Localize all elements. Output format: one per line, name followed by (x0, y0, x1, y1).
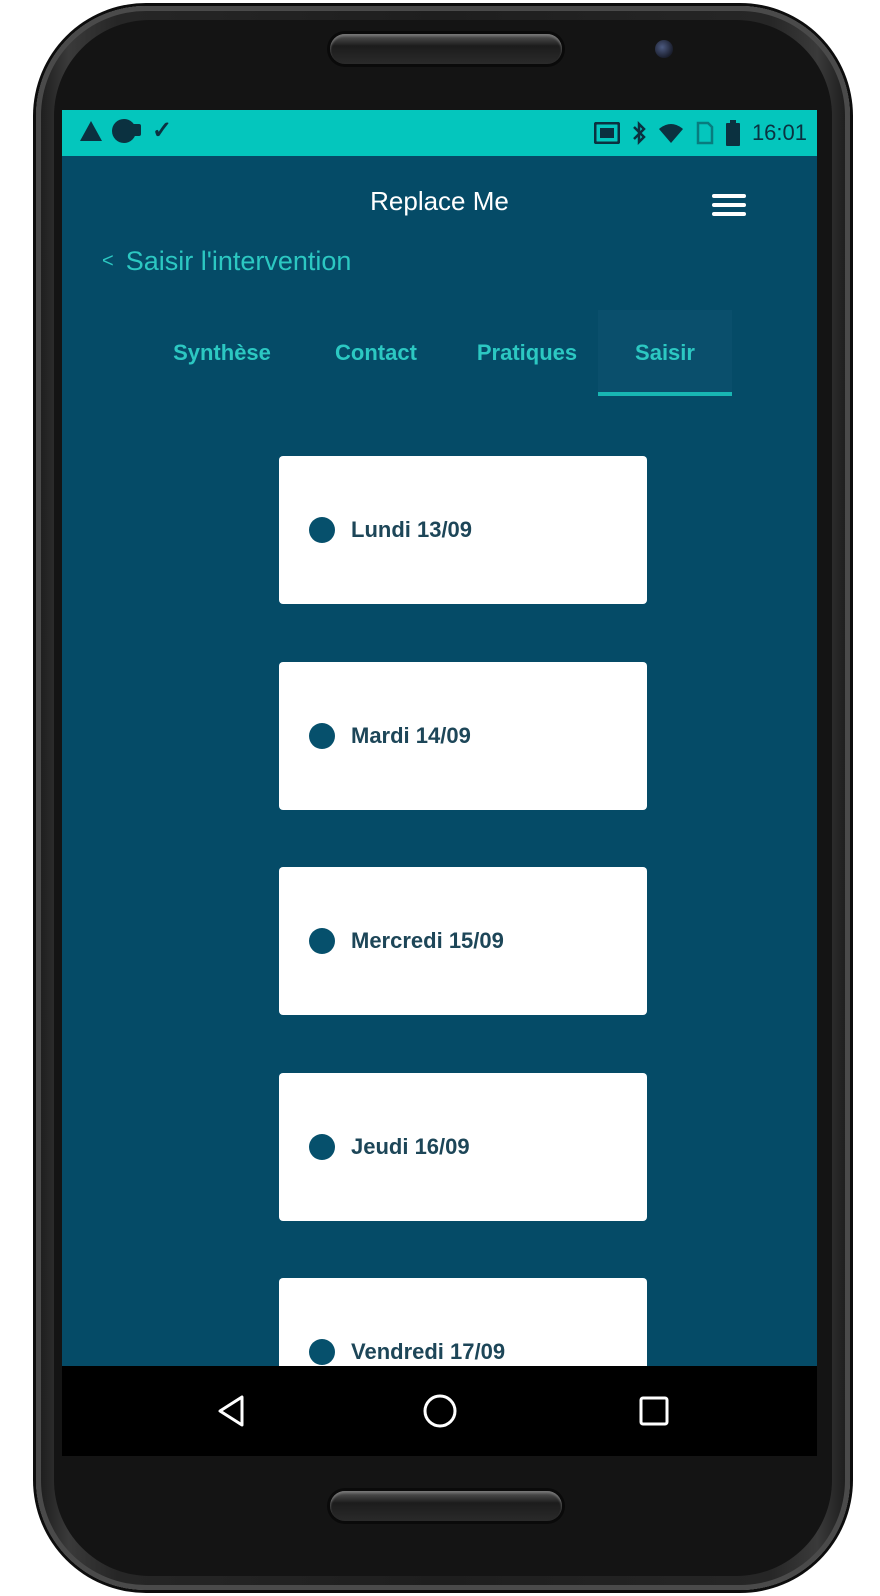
cast-icon (593, 122, 620, 144)
menu-bar-bottom (712, 212, 746, 216)
bottom-speaker (330, 1491, 562, 1521)
back-link[interactable]: < Saisir l'intervention (102, 246, 351, 277)
day-card-jeudi[interactable]: Jeudi 16/09 (279, 1073, 647, 1221)
no-sim-icon (696, 121, 714, 145)
day-label: Mercredi 15/09 (351, 928, 504, 953)
day-label: Mardi 14/09 (351, 723, 471, 748)
system-nav-bar (62, 1366, 817, 1456)
hamburger-menu-icon[interactable] (712, 194, 746, 218)
hangouts-icon (112, 119, 141, 143)
menu-bar-middle (712, 203, 746, 207)
bluetooth-icon (633, 121, 646, 145)
tab-saisir[interactable]: Saisir (598, 310, 732, 396)
status-dot (309, 1339, 335, 1365)
tab-pratiques[interactable]: Pratiques (462, 310, 592, 396)
app-title: Replace Me (370, 186, 509, 216)
earpiece-speaker (330, 34, 562, 64)
status-dot (309, 928, 335, 954)
status-right-icons: 16:01 (593, 118, 807, 148)
phone-screen: ✓ 16:01 Replace Me < Saisir l'interventi… (62, 110, 817, 1456)
status-dot (309, 517, 335, 543)
back-link-label: Saisir l'intervention (125, 246, 352, 276)
status-left-icons: ✓ (80, 119, 172, 143)
day-card-mardi[interactable]: Mardi 14/09 (279, 662, 647, 810)
warning-icon (80, 121, 102, 141)
chevron-left-icon: < (102, 250, 114, 272)
day-label: Lundi 13/09 (351, 517, 473, 542)
tab-bar: Synthèse Contact Pratiques Saisir (142, 310, 762, 398)
status-dot (309, 723, 335, 749)
home-circle-icon[interactable] (420, 1391, 460, 1431)
status-dot (309, 1134, 335, 1160)
app-bar: Replace Me (62, 156, 817, 246)
day-label: Vendredi 17/09 (351, 1339, 506, 1364)
tab-contact[interactable]: Contact (320, 310, 432, 396)
menu-bar-top (712, 194, 746, 198)
status-bar: ✓ 16:01 (62, 110, 817, 156)
status-time: 16:01 (751, 120, 807, 145)
day-card-mercredi[interactable]: Mercredi 15/09 (279, 867, 647, 1015)
recents-square-icon[interactable] (634, 1391, 674, 1431)
battery-icon (725, 120, 740, 146)
day-card-lundi[interactable]: Lundi 13/09 (279, 456, 647, 604)
day-label: Jeudi 16/09 (351, 1134, 470, 1159)
tab-synthese[interactable]: Synthèse (162, 310, 282, 396)
download-done-icon: ✓ (152, 117, 173, 144)
wifi-icon (658, 124, 683, 143)
back-triangle-icon[interactable] (212, 1391, 252, 1431)
front-camera (655, 40, 673, 58)
